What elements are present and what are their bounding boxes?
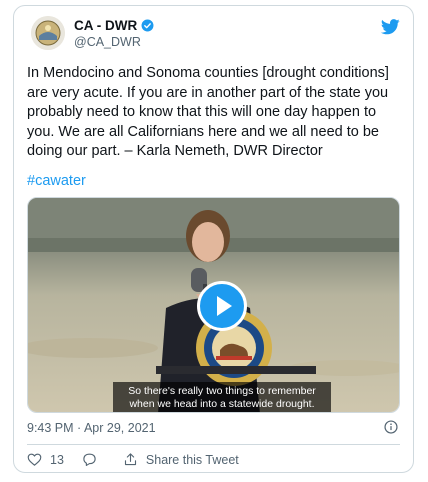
action-bar: 13 Share this Tweet	[27, 452, 257, 467]
divider	[27, 444, 400, 445]
caption-line-1: So there's really two things to remember	[128, 385, 316, 397]
reply-icon	[83, 453, 96, 466]
info-icon[interactable]	[384, 420, 398, 434]
heart-icon	[27, 453, 42, 466]
like-count: 13	[50, 452, 64, 467]
account-name[interactable]: CA - DWR	[74, 18, 137, 33]
caption-line-2: when we head into a statewide drought.	[129, 398, 315, 410]
like-button[interactable]: 13	[27, 452, 64, 467]
tweet-text: In Mendocino and Sonoma counties [drough…	[27, 65, 393, 159]
share-label: Share this Tweet	[145, 452, 239, 467]
hashtag-link[interactable]: #cawater	[27, 173, 86, 189]
tweet-card[interactable]: CA - DWR @CA_DWR In Mendocino and Sonoma…	[13, 5, 414, 473]
video-player[interactable]: So there's really two things to remember…	[27, 197, 400, 413]
play-icon	[217, 296, 232, 316]
share-icon	[124, 453, 136, 466]
play-button[interactable]	[197, 281, 247, 331]
verified-badge-icon	[141, 19, 154, 32]
account-handle[interactable]: @CA_DWR	[74, 35, 141, 49]
twitter-bird-icon[interactable]	[381, 19, 400, 35]
tweet-timestamp[interactable]: 9:43 PM · Apr 29, 2021	[27, 421, 156, 435]
reply-button[interactable]	[82, 452, 105, 467]
share-button[interactable]: Share this Tweet	[123, 452, 239, 467]
video-caption: So there's really two things to remember…	[113, 382, 331, 412]
avatar[interactable]	[31, 16, 65, 50]
